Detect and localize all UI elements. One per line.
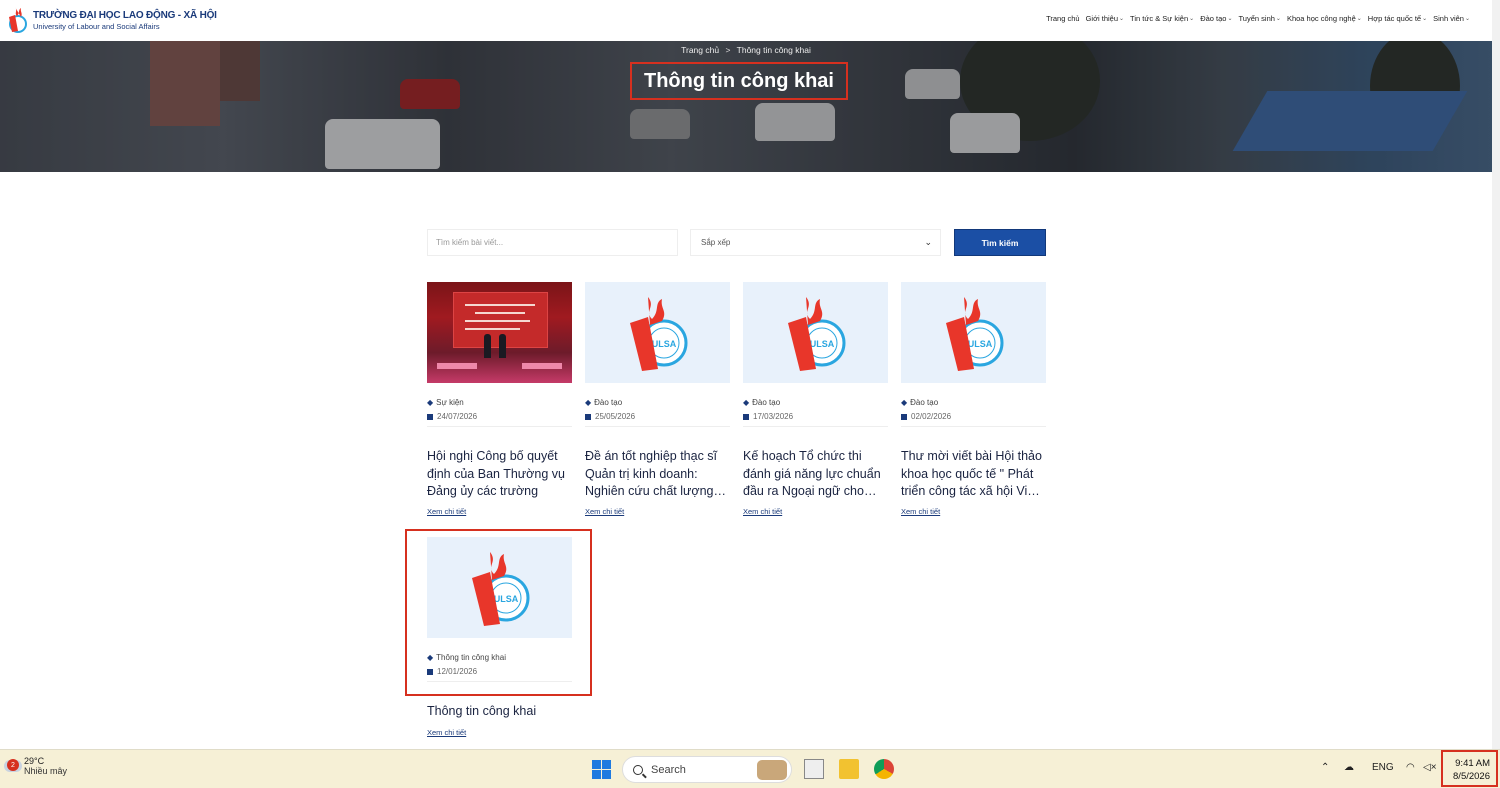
post-more-link[interactable]: Xem chi tiết (901, 507, 1046, 516)
post-card[interactable]: ULSA ◆ Đào tạo 02/02/2026 Thư mời viết bà… (901, 282, 1046, 516)
nav-item-students[interactable]: Sinh viên ⌄ (1433, 14, 1470, 23)
post-card[interactable]: ◆ Sự kiện 24/07/2026 Hội nghị Công bố quy… (427, 282, 572, 516)
post-category: ◆ Sự kiện (427, 398, 464, 407)
nav-item-training[interactable]: Đào tạo ⌄ (1200, 14, 1232, 23)
calendar-icon (743, 413, 749, 420)
ulsa-logo-icon: ULSA (945, 296, 1003, 371)
tag-icon: ◆ (427, 398, 434, 407)
post-title[interactable]: Kế hoạch Tổ chức thi đánh giá năng lực c… (743, 448, 888, 500)
chevron-down-icon: ⌄ (924, 237, 932, 247)
cloud-off-icon[interactable]: ☁ (1344, 762, 1354, 773)
search-input[interactable]: Tìm kiếm bài viết... (427, 229, 678, 256)
post-more-link[interactable]: Xem chi tiết (743, 507, 888, 516)
hero-overlay (0, 41, 1492, 172)
windows-start-icon[interactable] (592, 760, 611, 779)
nav-item-about[interactable]: Giới thiệu ⌄ (1086, 14, 1124, 23)
sort-select-label: Sắp xếp (701, 238, 731, 247)
search-toolbar: Tìm kiếm bài viết... Sắp xếp ⌄ Tìm kiếm (427, 229, 1047, 256)
nav-item-home[interactable]: Trang chủ (1046, 14, 1080, 23)
nav-item-news-events[interactable]: Tin tức & Sự kiện ⌄ (1130, 14, 1194, 23)
notification-badge: 2 (7, 759, 19, 771)
post-thumbnail[interactable] (427, 282, 572, 383)
chevron-down-icon: ⌄ (1275, 16, 1281, 22)
chevron-down-icon: ⌄ (1464, 16, 1470, 22)
post-date: 25/05/2026 (585, 412, 730, 427)
svg-text:ULSA: ULSA (651, 339, 676, 349)
calendar-icon (901, 413, 907, 420)
weather-widget[interactable]: 2 29°C Nhiều mây (4, 756, 67, 776)
search-button[interactable]: Tìm kiếm (954, 229, 1046, 256)
sort-select[interactable]: Sắp xếp ⌄ (690, 229, 941, 256)
logo-title: TRƯỜNG ĐẠI HỌC LAO ĐỘNG - XÃ HỘI (33, 9, 217, 21)
taskbar-search[interactable]: Search (622, 756, 792, 783)
breadcrumb-separator: > (725, 45, 731, 55)
windows-taskbar: 2 29°C Nhiều mây Search ⌃ ☁ ENG ◠ ◁× 9:4… (0, 749, 1500, 788)
post-more-link[interactable]: Xem chi tiết (585, 507, 730, 516)
tag-icon: ◆ (585, 398, 592, 407)
post-more-link[interactable]: Xem chi tiết (427, 507, 572, 516)
event-photo (427, 282, 572, 383)
post-title[interactable]: Hội nghị Công bố quyết định của Ban Thườ… (427, 448, 572, 500)
post-title[interactable]: Đề án tốt nghiệp thạc sĩ Quản trị kinh d… (585, 448, 730, 500)
ulsa-logo-icon (9, 7, 27, 33)
task-view-icon[interactable] (804, 759, 824, 779)
clock-date: 8/5/2026 (1453, 771, 1490, 782)
breadcrumb-home[interactable]: Trang chủ (681, 45, 719, 55)
page-scrollbar[interactable] (1492, 0, 1500, 749)
chevron-down-icon: ⌄ (1356, 16, 1362, 22)
post-category: ◆ Đào tạo (585, 398, 623, 407)
chevron-down-icon: ⌄ (1227, 16, 1233, 22)
breadcrumb: Trang chủ > Thông tin công khai (0, 45, 1492, 55)
nav-item-international[interactable]: Hợp tác quốc tế ⌄ (1368, 14, 1427, 23)
university-logo[interactable]: TRƯỜNG ĐẠI HỌC LAO ĐỘNG - XÃ HỘI Univers… (6, 5, 217, 35)
svg-text:ULSA: ULSA (967, 339, 992, 349)
nav-item-science-tech[interactable]: Khoa học công nghệ ⌄ (1287, 14, 1362, 23)
chevron-down-icon: ⌄ (1119, 16, 1125, 22)
clock-time: 9:41 AM (1455, 758, 1490, 769)
chevron-down-icon: ⌄ (1422, 16, 1428, 22)
page-title: Thông tin công khai (630, 62, 848, 100)
nav-item-admissions[interactable]: Tuyển sinh ⌄ (1239, 14, 1281, 23)
post-date: 24/07/2026 (427, 412, 572, 427)
file-explorer-icon[interactable] (839, 759, 859, 779)
weather-temperature: 29°C (24, 756, 45, 766)
search-highlight-icon (757, 760, 787, 780)
highlight-annotation (405, 529, 592, 696)
post-title[interactable]: Thư mời viết bài Hội thảo khoa học quốc … (901, 448, 1046, 500)
svg-text:ULSA: ULSA (809, 339, 834, 349)
post-title[interactable]: Thông tin công khai (427, 703, 572, 721)
speaker-muted-icon[interactable]: ◁× (1423, 762, 1437, 773)
ulsa-logo-icon: ULSA (629, 296, 687, 371)
taskbar-search-label: Search (651, 763, 686, 776)
system-clock[interactable]: 9:41 AM 8/5/2026 (1441, 750, 1498, 787)
site-header: TRƯỜNG ĐẠI HỌC LAO ĐỘNG - XÃ HỘI Univers… (0, 0, 1492, 41)
search-icon (633, 764, 643, 775)
post-thumbnail[interactable]: ULSA (743, 282, 888, 383)
wifi-icon[interactable]: ◠ (1406, 762, 1415, 773)
calendar-icon (585, 413, 591, 420)
post-more-link[interactable]: Xem chi tiết (427, 728, 572, 737)
post-thumbnail[interactable]: ULSA (585, 282, 730, 383)
chrome-icon[interactable] (874, 759, 894, 779)
post-card[interactable]: ULSA ◆ Đào tạo 17/03/2026 Kế hoạch Tổ chứ… (743, 282, 888, 516)
language-indicator[interactable]: ENG (1372, 762, 1394, 773)
breadcrumb-current: Thông tin công khai (736, 45, 811, 55)
calendar-icon (427, 413, 433, 420)
main-nav: Trang chủ Giới thiệu ⌄ Tin tức & Sự kiện ⌄… (1040, 14, 1470, 23)
post-thumbnail[interactable]: ULSA (901, 282, 1046, 383)
post-date: 02/02/2026 (901, 412, 1046, 427)
ulsa-logo-icon: ULSA (787, 296, 845, 371)
chevron-down-icon: ⌄ (1189, 16, 1195, 22)
post-category: ◆ Đào tạo (743, 398, 781, 407)
tag-icon: ◆ (901, 398, 908, 407)
logo-subtitle: University of Labour and Social Affairs (33, 21, 160, 31)
hero-banner: Trang chủ > Thông tin công khai Thông ti… (0, 41, 1492, 172)
chevron-up-icon[interactable]: ⌃ (1321, 762, 1329, 773)
post-category: ◆ Đào tạo (901, 398, 939, 407)
tag-icon: ◆ (743, 398, 750, 407)
weather-description: Nhiều mây (24, 766, 68, 776)
post-date: 17/03/2026 (743, 412, 888, 427)
post-card[interactable]: ULSA ◆ Đào tạo 25/05/2026 Đề án tốt nghiệ… (585, 282, 730, 516)
